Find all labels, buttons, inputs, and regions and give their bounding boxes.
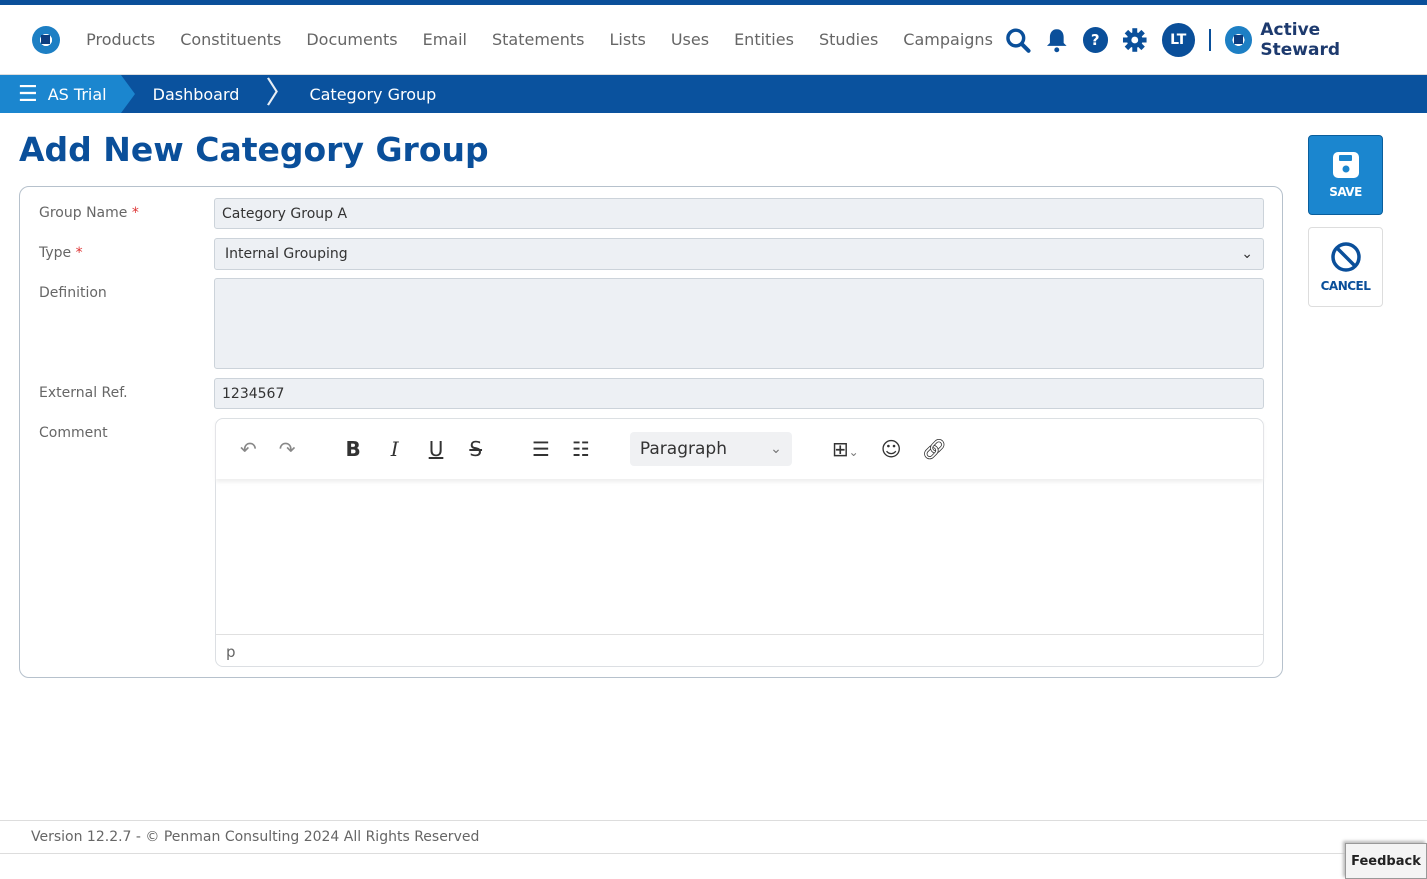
chevron-down-icon: ⌄ xyxy=(770,441,782,457)
breadcrumb-dashboard[interactable]: Dashboard xyxy=(121,85,266,104)
brand: Active Steward xyxy=(1224,19,1403,60)
save-label: SAVE xyxy=(1329,185,1362,199)
breadcrumb: ☰ AS Trial Dashboard 〉 Category Group xyxy=(0,75,1427,113)
divider xyxy=(1208,28,1211,51)
footer: Version 12.2.7 - © Penman Consulting 202… xyxy=(0,820,1427,854)
feedback-button[interactable]: Feedback xyxy=(1345,843,1427,879)
chevron-down-icon: ⌄ xyxy=(1241,246,1253,262)
undo-icon[interactable]: ↶ xyxy=(240,437,257,461)
strikethrough-icon[interactable]: S xyxy=(469,437,482,461)
nav-email[interactable]: Email xyxy=(423,30,467,49)
ban-icon xyxy=(1330,242,1361,272)
breadcrumb-label: AS Trial xyxy=(47,84,107,104)
nav-documents[interactable]: Documents xyxy=(306,30,397,49)
nav-products[interactable]: Products xyxy=(86,30,155,49)
category-group-form: Group Name * Category Group A Type * Int… xyxy=(19,186,1283,678)
cancel-label: CANCEL xyxy=(1320,279,1371,293)
editor-statusbar: p xyxy=(216,634,1263,666)
brand-name: Active Steward xyxy=(1260,19,1341,60)
underline-icon[interactable]: U xyxy=(429,437,444,461)
external-ref-input[interactable]: 1234567 xyxy=(214,378,1264,409)
element-path[interactable]: p xyxy=(226,643,236,661)
external-ref-label: External Ref. xyxy=(39,385,128,401)
definition-label: Definition xyxy=(39,285,107,301)
floppy-disk-icon xyxy=(1332,152,1359,178)
app-logo[interactable] xyxy=(32,25,60,54)
chevron-right-icon: 〉 xyxy=(265,76,296,111)
brand-logo-icon xyxy=(1224,25,1253,54)
comment-label: Comment xyxy=(39,425,108,441)
type-value: Internal Grouping xyxy=(225,246,348,262)
nav-studies[interactable]: Studies xyxy=(819,30,878,49)
comment-editor: ↶ ↷ B I U S ☰ ☷ Paragraph ⌄ ⊞⌄ ☺ 🔗︎ p xyxy=(215,418,1264,667)
nav-statements[interactable]: Statements xyxy=(492,30,585,49)
link-icon[interactable]: 🔗︎ xyxy=(922,437,947,461)
breadcrumb-category-group: Category Group xyxy=(309,84,437,104)
save-button[interactable]: SAVE xyxy=(1308,135,1383,215)
main-nav: Products Constituents Documents Email St… xyxy=(0,5,1427,75)
bold-icon[interactable]: B xyxy=(346,437,361,461)
nav-constituents[interactable]: Constituents xyxy=(180,30,281,49)
table-icon[interactable]: ⊞⌄ xyxy=(832,437,859,461)
user-avatar[interactable]: LT xyxy=(1161,22,1195,57)
nav-entities[interactable]: Entities xyxy=(734,30,794,49)
group-name-input[interactable]: Category Group A xyxy=(214,198,1264,229)
bullet-list-icon[interactable]: ☰ xyxy=(532,437,550,461)
page-title: Add New Category Group xyxy=(19,130,489,169)
help-icon[interactable]: ? xyxy=(1082,26,1109,53)
cancel-button[interactable]: CANCEL xyxy=(1308,227,1383,307)
nav-lists[interactable]: Lists xyxy=(610,30,646,49)
search-icon[interactable] xyxy=(1005,27,1031,53)
group-name-label: Group Name * xyxy=(39,205,139,221)
type-select[interactable]: Internal Grouping ⌄ xyxy=(214,238,1264,270)
editor-toolbar: ↶ ↷ B I U S ☰ ☷ Paragraph ⌄ ⊞⌄ ☺ 🔗︎ xyxy=(216,419,1263,479)
menu-icon[interactable]: ☰ xyxy=(18,82,38,107)
emoji-icon[interactable]: ☺ xyxy=(881,437,902,461)
block-format-select[interactable]: Paragraph ⌄ xyxy=(629,432,792,466)
gear-icon[interactable] xyxy=(1122,27,1148,53)
editor-content[interactable] xyxy=(216,479,1263,634)
nav-campaigns[interactable]: Campaigns xyxy=(903,30,993,49)
definition-textarea[interactable] xyxy=(214,278,1264,369)
nav-uses[interactable]: Uses xyxy=(671,30,709,49)
block-format-value: Paragraph xyxy=(639,439,727,459)
bell-icon[interactable] xyxy=(1045,27,1069,53)
italic-icon[interactable]: I xyxy=(391,437,399,461)
breadcrumb-as-trial[interactable]: ☰ AS Trial xyxy=(0,75,135,113)
numbered-list-icon[interactable]: ☷ xyxy=(572,437,590,461)
type-label: Type * xyxy=(39,245,83,261)
redo-icon[interactable]: ↷ xyxy=(279,437,296,461)
